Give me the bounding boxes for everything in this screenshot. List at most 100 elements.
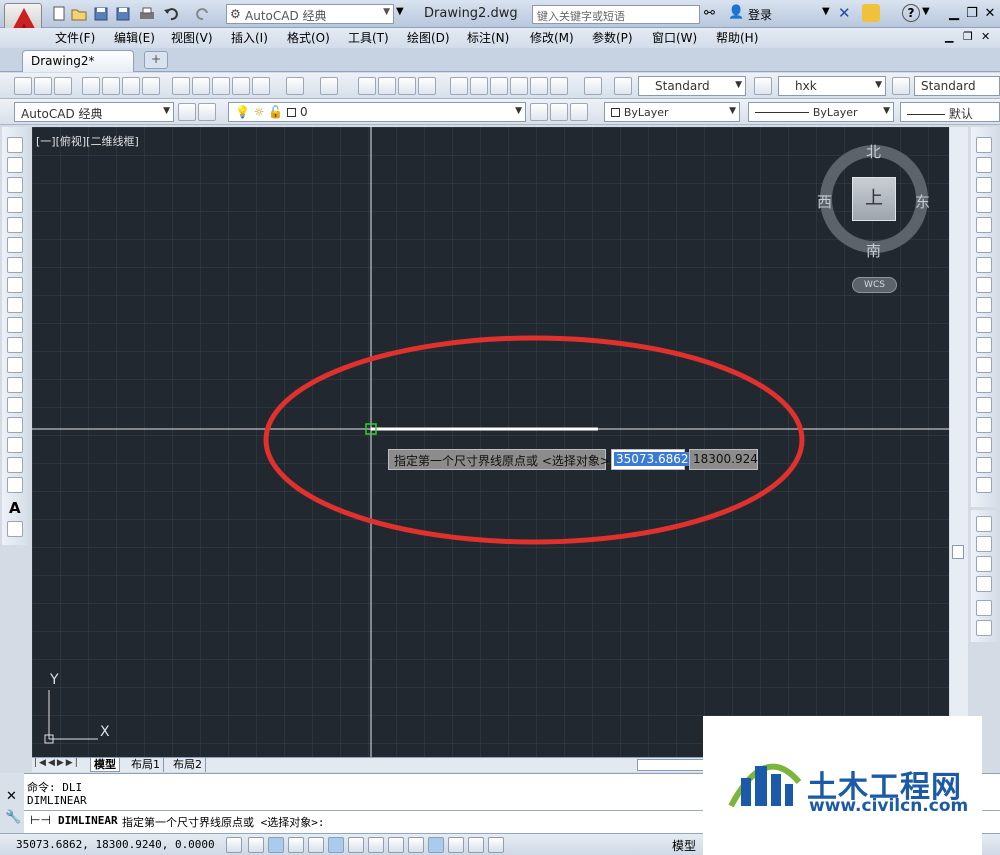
undo-icon[interactable] (286, 77, 304, 95)
zoom-previous-icon[interactable] (418, 77, 436, 95)
polar-tracking-icon[interactable] (308, 837, 324, 853)
gradient-icon[interactable] (7, 437, 23, 453)
table-icon[interactable] (7, 477, 23, 493)
menu-dimension[interactable]: 标注(N) (463, 29, 513, 47)
design-center-icon[interactable] (470, 77, 488, 95)
grid-display-icon[interactable] (268, 837, 284, 853)
erase-icon[interactable] (976, 137, 992, 153)
close-button[interactable]: ✕ (976, 6, 1000, 22)
drawing-canvas[interactable]: [一][俯视][二维线框] Y X 上 北 南 西 东 WCS 指定第一个尺寸界… (32, 127, 949, 757)
polyline-icon[interactable] (7, 177, 23, 193)
table-style-icon[interactable] (892, 77, 910, 95)
add-selected-icon[interactable] (7, 521, 23, 537)
infer-constraints-icon[interactable] (226, 837, 242, 853)
properties-icon[interactable] (450, 77, 468, 95)
ellipse-arc-icon[interactable] (7, 337, 23, 353)
object-snap-tracking-icon[interactable] (368, 837, 384, 853)
array-icon[interactable] (976, 217, 992, 233)
selection-cycling-icon[interactable] (488, 837, 504, 853)
hatch-to-back-icon[interactable] (976, 620, 992, 636)
viewcube-west[interactable]: 西 (817, 191, 832, 212)
customize-wrench-icon[interactable]: 🔧 (5, 810, 21, 825)
copy-icon[interactable] (192, 77, 210, 95)
menu-insert[interactable]: 插入(I) (227, 29, 272, 47)
workspace-dropdown[interactable]: ⚙ AutoCAD 经典 ▼ (226, 4, 394, 24)
doc-restore-button[interactable]: ❐ (963, 30, 973, 43)
lineweight-dropdown[interactable]: 默认 (900, 102, 1000, 122)
tab-scroll-arrows[interactable]: |◀◀▶▶| (34, 758, 80, 768)
coordinate-readout[interactable]: 35073.6862, 18300.9240, 0.0000 (16, 838, 215, 851)
paste-icon[interactable] (212, 77, 230, 95)
rotate-icon[interactable] (976, 257, 992, 273)
close-icon[interactable]: ✕ (6, 789, 17, 804)
fillet-icon[interactable] (976, 437, 992, 453)
new-tab-button[interactable]: + (144, 51, 168, 69)
offset-icon[interactable] (976, 197, 992, 213)
user-icon[interactable]: 👤 (728, 5, 744, 20)
binoculars-icon[interactable]: ⚯ (704, 6, 715, 21)
zoom-realtime-icon[interactable] (378, 77, 396, 95)
menu-format[interactable]: 格式(O) (283, 29, 334, 47)
redo-icon[interactable] (194, 5, 212, 23)
layer-dropdown[interactable]: 💡 ☼ 🔓 0 ▼ (228, 102, 526, 122)
polygon-icon[interactable] (7, 197, 23, 213)
wcs-menu-button[interactable]: WCS (852, 277, 897, 293)
chamfer-icon[interactable] (976, 417, 992, 433)
menu-help[interactable]: 帮助(H) (712, 29, 762, 47)
move-icon[interactable] (976, 237, 992, 253)
trim-icon[interactable] (976, 317, 992, 333)
tab-model[interactable]: 模型 (90, 758, 120, 772)
bring-above-icon[interactable] (976, 556, 992, 572)
construction-line-icon[interactable] (7, 157, 23, 173)
pan-icon[interactable] (358, 77, 376, 95)
block-editor-icon[interactable] (252, 77, 270, 95)
workspace-dropdown[interactable]: AutoCAD 经典 ▼ (14, 102, 174, 122)
new-file-icon[interactable] (50, 5, 68, 23)
layer-properties-icon[interactable] (198, 103, 216, 121)
markup-icon[interactable] (530, 77, 548, 95)
insert-block-icon[interactable] (7, 357, 23, 373)
color-dropdown[interactable]: ByLayer ▼ (604, 102, 740, 122)
snap-mode-icon[interactable] (248, 837, 264, 853)
circle-icon[interactable] (7, 257, 23, 273)
mirror-icon[interactable] (976, 177, 992, 193)
menu-file[interactable]: 文件(F) (51, 29, 99, 47)
open-folder-icon[interactable] (70, 5, 88, 23)
make-current-layer-icon[interactable] (530, 103, 548, 121)
menu-edit[interactable]: 编辑(E) (110, 29, 159, 47)
send-under-icon[interactable] (976, 576, 992, 592)
line-icon[interactable] (7, 137, 23, 153)
chevron-down-icon[interactable]: ▼ (922, 6, 930, 17)
viewcube-east[interactable]: 东 (915, 191, 930, 212)
viewcube-top-face[interactable]: 上 (852, 177, 896, 221)
blend-curves-icon[interactable] (976, 457, 992, 473)
point-icon[interactable] (7, 397, 23, 413)
model-space-button[interactable]: 模型 (672, 837, 696, 854)
lineweight-toggle-icon[interactable] (428, 837, 444, 853)
save-icon[interactable] (54, 77, 72, 95)
scrollbar-thumb[interactable] (952, 545, 964, 559)
help-icon[interactable]: ? (902, 4, 920, 22)
layer-state-icon[interactable] (570, 103, 588, 121)
redo-icon[interactable] (320, 77, 338, 95)
table-style-dropdown[interactable]: Standard (914, 76, 1000, 96)
join-icon[interactable] (976, 397, 992, 413)
chevron-down-icon[interactable]: ▼ (396, 6, 404, 17)
hatch-icon[interactable] (7, 417, 23, 433)
quickcalc-icon[interactable] (550, 77, 568, 95)
workspace-settings-icon[interactable] (178, 103, 196, 121)
undo-icon[interactable] (162, 5, 180, 23)
scale-icon[interactable] (976, 277, 992, 293)
match-properties-icon[interactable] (232, 77, 250, 95)
print-icon[interactable] (138, 5, 156, 23)
chevron-down-icon[interactable]: ▼ (822, 6, 830, 17)
make-block-icon[interactable] (7, 377, 23, 393)
publish-icon[interactable] (122, 77, 140, 95)
tool-palettes-icon[interactable] (490, 77, 508, 95)
help-icon[interactable] (584, 77, 602, 95)
new-icon[interactable] (14, 77, 32, 95)
dynamic-input-x-field[interactable]: 35073.6862 (611, 449, 691, 470)
viewcube-north[interactable]: 北 (866, 141, 881, 162)
send-to-back-icon[interactable] (976, 536, 992, 552)
menu-draw[interactable]: 绘图(D) (403, 29, 454, 47)
